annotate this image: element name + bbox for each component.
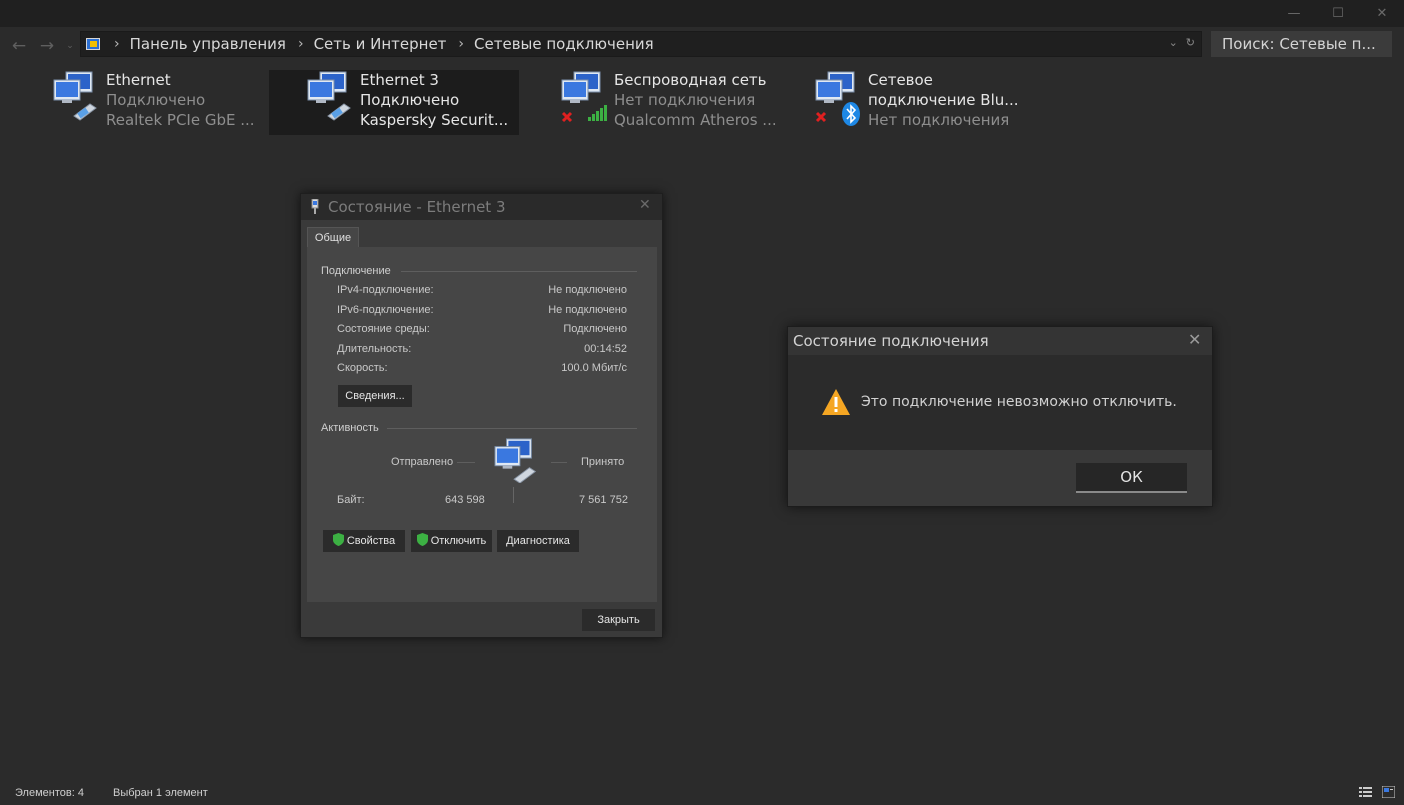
sent-line	[457, 462, 475, 463]
connection-status: Нет подключения	[614, 91, 756, 109]
connection-item-ethernet-3[interactable]: Ethernet 3 Подключено Kaspersky Securit.…	[269, 70, 519, 135]
item-count: Элементов: 4	[15, 787, 84, 799]
activity-computers-icon	[494, 438, 537, 483]
search-input[interactable]: Поиск: Сетевые п...	[1211, 31, 1392, 57]
bytes-label: Байт:	[337, 494, 365, 506]
connection-item-bluetooth[interactable]: Сетевое подключение Blu... Нет подключен…	[814, 70, 1064, 135]
ipv6-label: IPv6-подключение:	[337, 304, 434, 316]
media-state-value: Подключено	[563, 323, 627, 335]
properties-button[interactable]: Свойства	[323, 530, 405, 552]
received-label: Принято	[581, 456, 625, 468]
breadcrumb-network-connections[interactable]: Сетевые подключения	[474, 35, 654, 53]
media-state-label: Состояние среды:	[337, 323, 430, 335]
message-box-titlebar[interactable]: Состояние подключения ✕	[788, 327, 1212, 355]
details-button[interactable]: Сведения...	[338, 385, 412, 407]
connection-section-label: Подключение	[321, 265, 391, 277]
connection-status: Подключено	[360, 91, 460, 109]
message-box-footer: ОК	[788, 450, 1212, 506]
general-panel: Подключение IPv4-подключение: Не подключ…	[307, 247, 657, 602]
breadcrumb-separator: ›	[114, 36, 120, 52]
section-divider	[387, 428, 637, 429]
close-window-button[interactable]: ✕	[1360, 0, 1404, 27]
bytes-received-value: 7 561 752	[579, 494, 628, 506]
bluetooth-network-icon	[815, 71, 860, 126]
status-dialog-title: Состояние - Ethernet 3	[328, 198, 506, 216]
ok-button[interactable]: ОК	[1076, 463, 1187, 493]
connection-status-message-box: Состояние подключения ✕ Это подключение …	[787, 326, 1213, 507]
bytes-divider	[513, 487, 514, 503]
diagnose-button[interactable]: Диагностика	[497, 530, 579, 552]
message-text: Это подключение невозможно отключить.	[861, 394, 1177, 410]
breadcrumb-separator: ›	[458, 36, 465, 52]
network-adapter-icon	[311, 199, 319, 214]
close-icon[interactable]: ✕	[639, 197, 651, 213]
back-arrow-icon[interactable]: ←	[8, 35, 30, 57]
address-bar[interactable]: › Панель управления › Сеть и Интернет › …	[80, 31, 1202, 57]
connection-status: Подключено	[106, 91, 206, 109]
message-box-title: Состояние подключения	[793, 332, 989, 350]
ipv4-value: Не подключено	[548, 284, 627, 296]
duration-value: 00:14:52	[584, 343, 627, 355]
refresh-icon[interactable]: ↻	[1186, 36, 1195, 49]
warning-icon	[822, 389, 850, 415]
properties-label: Свойства	[346, 535, 396, 547]
close-button[interactable]: Закрыть	[582, 609, 655, 631]
wired-network-icon	[307, 71, 351, 121]
wireless-network-icon	[561, 71, 607, 123]
details-view-icon[interactable]	[1359, 786, 1372, 798]
activity-section-label: Активность	[321, 422, 379, 434]
connection-device: Realtek PCIe GbE ...	[106, 111, 255, 129]
received-line	[551, 462, 567, 463]
duration-label: Длительность:	[337, 343, 412, 355]
forward-arrow-icon[interactable]: →	[36, 35, 58, 57]
sent-label: Отправлено	[391, 456, 454, 468]
message-box-body: Это подключение невозможно отключить.	[788, 355, 1212, 450]
connection-item-wireless[interactable]: Беспроводная сеть Нет подключения Qualco…	[560, 70, 810, 135]
tab-general[interactable]: Общие	[307, 227, 359, 248]
ipv4-label: IPv4-подключение:	[337, 284, 434, 296]
title-bar: — ☐ ✕	[0, 0, 1404, 27]
control-panel-icon	[86, 37, 102, 52]
bytes-sent-value: 643 598	[445, 494, 485, 506]
speed-value: 100.0 Мбит/с	[561, 362, 627, 374]
disable-label: Отключить	[430, 535, 487, 547]
breadcrumb-network-internet[interactable]: Сеть и Интернет	[314, 35, 447, 53]
status-bar: Элементов: 4 Выбран 1 элемент	[0, 781, 1404, 805]
connection-name: Сетевое	[868, 71, 933, 89]
disable-button[interactable]: Отключить	[411, 530, 492, 552]
connection-name: Ethernet	[106, 71, 171, 89]
connection-device: Kaspersky Securit...	[360, 111, 509, 129]
selection-count: Выбран 1 элемент	[113, 787, 208, 799]
shield-icon	[416, 533, 428, 546]
minimize-button[interactable]: —	[1272, 0, 1316, 27]
connection-item-ethernet[interactable]: Ethernet Подключено Realtek PCIe GbE ...	[52, 70, 302, 135]
tiles-view-icon[interactable]	[1382, 786, 1395, 798]
shield-icon	[332, 533, 344, 546]
connection-name-line2: подключение Blu...	[868, 91, 1019, 109]
section-divider	[401, 271, 637, 272]
breadcrumb-separator: ›	[297, 36, 304, 52]
connection-name: Беспроводная сеть	[614, 71, 767, 89]
wired-network-icon	[53, 71, 97, 121]
speed-label: Скорость:	[337, 362, 388, 374]
connection-device: Qualcomm Atheros ...	[614, 111, 777, 129]
maximize-button[interactable]: ☐	[1316, 0, 1360, 27]
recent-locations-chevron-icon[interactable]: ⌄	[63, 35, 77, 57]
navigation-bar: ← → ⌄ › Панель управления › Сеть и Интер…	[0, 27, 1404, 65]
breadcrumb-control-panel[interactable]: Панель управления	[130, 35, 286, 53]
ipv6-value: Не подключено	[548, 304, 627, 316]
connection-name: Ethernet 3	[360, 71, 439, 89]
status-dialog: Состояние - Ethernet 3 ✕ Общие Подключен…	[300, 193, 663, 638]
connection-status: Нет подключения	[868, 111, 1010, 129]
status-dialog-titlebar[interactable]: Состояние - Ethernet 3 ✕	[301, 194, 662, 220]
address-dropdown-icon[interactable]: ⌄	[1169, 36, 1178, 49]
close-icon[interactable]: ✕	[1188, 330, 1201, 349]
